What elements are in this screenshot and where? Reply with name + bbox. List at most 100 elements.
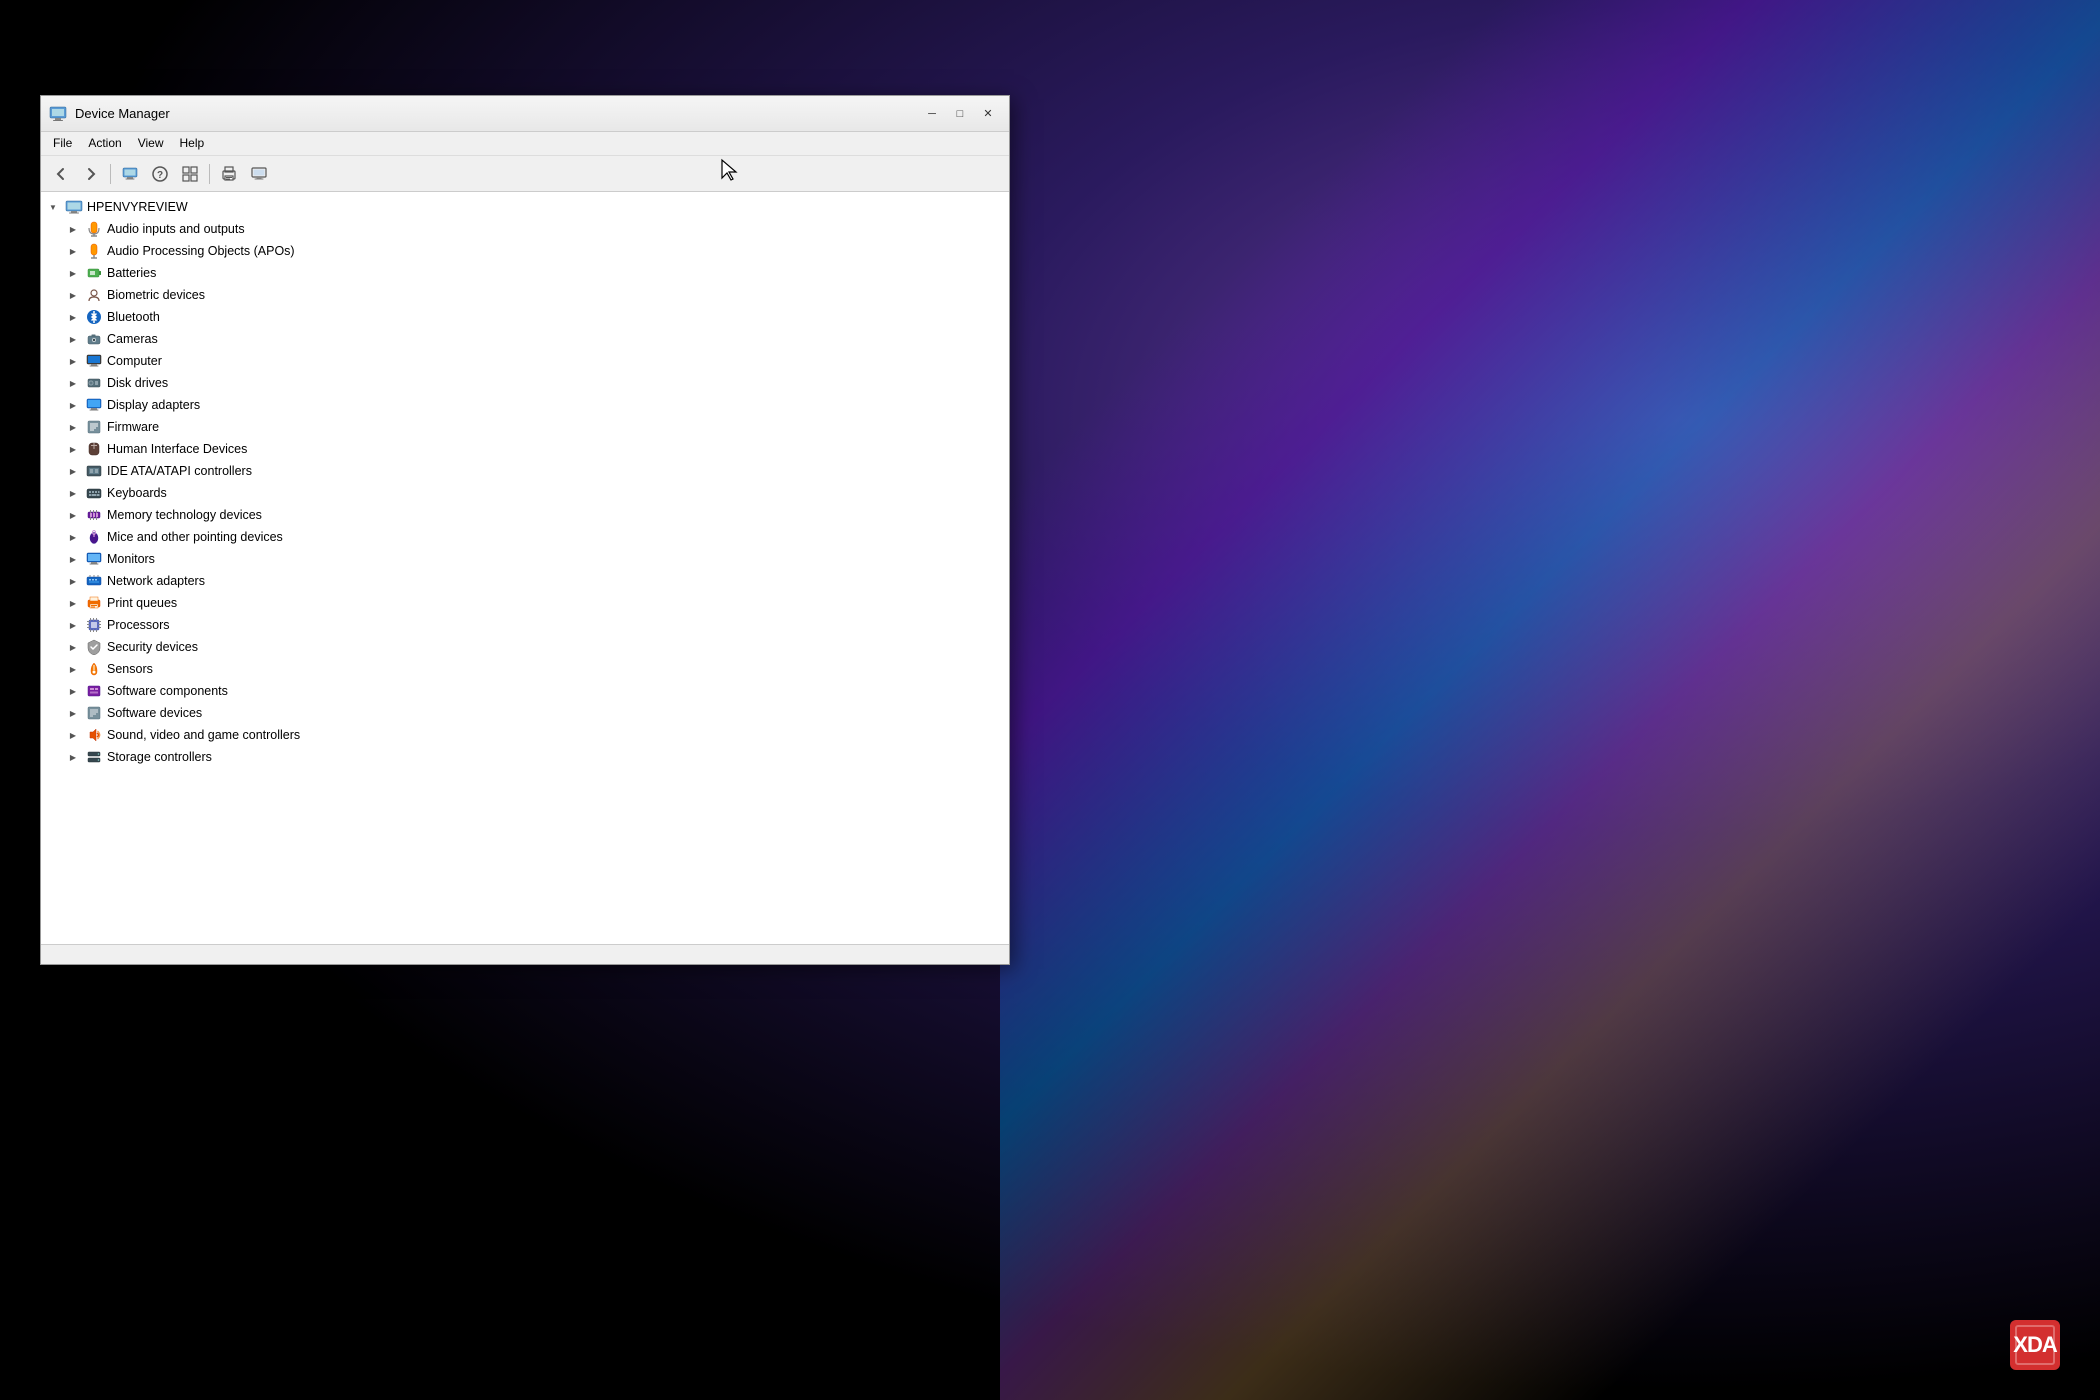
sound-label: Sound, video and game controllers xyxy=(107,728,300,742)
tree-item-bluetooth[interactable]: Bluetooth xyxy=(41,306,1009,328)
tree-item-network[interactable]: Network adapters xyxy=(41,570,1009,592)
xda-logo: XDA xyxy=(2010,1320,2060,1370)
memory-icon xyxy=(85,506,103,524)
tree-item-sensors[interactable]: Sensors xyxy=(41,658,1009,680)
security-icon xyxy=(85,638,103,656)
print-expander[interactable] xyxy=(65,595,81,611)
toolbar-grid-button[interactable] xyxy=(176,161,204,187)
tree-root-item[interactable]: HPENVYREVIEW xyxy=(41,196,1009,218)
mice-expander[interactable] xyxy=(65,529,81,545)
computer-icon xyxy=(85,352,103,370)
maximize-button[interactable]: □ xyxy=(947,104,973,124)
toolbar-forward-button[interactable] xyxy=(77,161,105,187)
root-label: HPENVYREVIEW xyxy=(87,200,188,214)
ide-label: IDE ATA/ATAPI controllers xyxy=(107,464,252,478)
monitors-expander[interactable] xyxy=(65,551,81,567)
bluetooth-icon xyxy=(85,308,103,326)
tree-item-cameras[interactable]: Cameras xyxy=(41,328,1009,350)
computer-label: Computer xyxy=(107,354,162,368)
toolbar-help-button[interactable]: ? xyxy=(146,161,174,187)
device-manager-window: Device Manager ─ □ ✕ File Action View He… xyxy=(40,95,1010,965)
tree-item-audio-processing[interactable]: Audio Processing Objects (APOs) xyxy=(41,240,1009,262)
tree-item-sound[interactable]: Sound, video and game controllers xyxy=(41,724,1009,746)
computer-expander[interactable] xyxy=(65,353,81,369)
tree-item-display[interactable]: Display adapters xyxy=(41,394,1009,416)
title-bar-left: Device Manager xyxy=(49,105,170,123)
biometric-expander[interactable] xyxy=(65,287,81,303)
storage-icon xyxy=(85,748,103,766)
cameras-icon xyxy=(85,330,103,348)
sound-expander[interactable] xyxy=(65,727,81,743)
audio-inputs-expander[interactable] xyxy=(65,221,81,237)
tree-item-computer[interactable]: Computer xyxy=(41,350,1009,372)
keyboards-icon xyxy=(85,484,103,502)
memory-expander[interactable] xyxy=(65,507,81,523)
tree-item-keyboards[interactable]: Keyboards xyxy=(41,482,1009,504)
tree-item-storage[interactable]: Storage controllers xyxy=(41,746,1009,768)
ide-expander[interactable] xyxy=(65,463,81,479)
tree-item-hid[interactable]: Human Interface Devices xyxy=(41,438,1009,460)
processors-expander[interactable] xyxy=(65,617,81,633)
software-devices-icon xyxy=(85,704,103,722)
menu-file[interactable]: File xyxy=(45,134,80,153)
root-expander[interactable] xyxy=(45,199,61,215)
software-components-expander[interactable] xyxy=(65,683,81,699)
disk-expander[interactable] xyxy=(65,375,81,391)
batteries-expander[interactable] xyxy=(65,265,81,281)
bluetooth-expander[interactable] xyxy=(65,309,81,325)
disk-label: Disk drives xyxy=(107,376,168,390)
minimize-button[interactable]: ─ xyxy=(919,104,945,124)
mice-icon xyxy=(85,528,103,546)
hid-expander[interactable] xyxy=(65,441,81,457)
firmware-expander[interactable] xyxy=(65,419,81,435)
batteries-label: Batteries xyxy=(107,266,156,280)
grid-icon xyxy=(182,166,198,182)
tree-item-firmware[interactable]: Firmware xyxy=(41,416,1009,438)
tree-item-print[interactable]: Print queues xyxy=(41,592,1009,614)
sensors-expander[interactable] xyxy=(65,661,81,677)
network-expander[interactable] xyxy=(65,573,81,589)
storage-expander[interactable] xyxy=(65,749,81,765)
toolbar-back-button[interactable] xyxy=(47,161,75,187)
security-label: Security devices xyxy=(107,640,198,654)
close-button[interactable]: ✕ xyxy=(975,104,1001,124)
tree-item-ide[interactable]: IDE ATA/ATAPI controllers xyxy=(41,460,1009,482)
tree-item-software-devices[interactable]: Software devices xyxy=(41,702,1009,724)
audio-processing-expander[interactable] xyxy=(65,243,81,259)
bluetooth-label: Bluetooth xyxy=(107,310,160,324)
menu-help[interactable]: Help xyxy=(172,134,213,153)
tree-item-mice[interactable]: Mice and other pointing devices xyxy=(41,526,1009,548)
cameras-expander[interactable] xyxy=(65,331,81,347)
forward-icon xyxy=(83,166,99,182)
print-label: Print queues xyxy=(107,596,177,610)
audio-inputs-label: Audio inputs and outputs xyxy=(107,222,245,236)
xda-text: XDA xyxy=(2013,1332,2056,1358)
software-components-icon xyxy=(85,682,103,700)
tree-item-disk[interactable]: Disk drives xyxy=(41,372,1009,394)
toolbar-computer-button[interactable] xyxy=(116,161,144,187)
tree-item-security[interactable]: Security devices xyxy=(41,636,1009,658)
network-icon xyxy=(85,572,103,590)
display-icon xyxy=(85,396,103,414)
toolbar-print-button[interactable] xyxy=(215,161,243,187)
tree-item-biometric[interactable]: Biometric devices xyxy=(41,284,1009,306)
security-expander[interactable] xyxy=(65,639,81,655)
help-icon: ? xyxy=(152,166,168,182)
keyboards-expander[interactable] xyxy=(65,485,81,501)
menu-action[interactable]: Action xyxy=(80,134,129,153)
tree-item-processors[interactable]: Processors xyxy=(41,614,1009,636)
tree-item-software-components[interactable]: Software components xyxy=(41,680,1009,702)
device-tree[interactable]: HPENVYREVIEW Audio inputs and outputs xyxy=(41,192,1009,944)
software-devices-expander[interactable] xyxy=(65,705,81,721)
tree-item-audio-inputs[interactable]: Audio inputs and outputs xyxy=(41,218,1009,240)
back-icon xyxy=(53,166,69,182)
tree-item-memory[interactable]: Memory technology devices xyxy=(41,504,1009,526)
audio-inputs-icon xyxy=(85,220,103,238)
sensors-icon xyxy=(85,660,103,678)
toolbar-monitor-button[interactable] xyxy=(245,161,273,187)
tree-item-monitors[interactable]: Monitors xyxy=(41,548,1009,570)
menu-view[interactable]: View xyxy=(130,134,172,153)
monitor-icon xyxy=(251,166,267,182)
tree-item-batteries[interactable]: Batteries xyxy=(41,262,1009,284)
display-expander[interactable] xyxy=(65,397,81,413)
